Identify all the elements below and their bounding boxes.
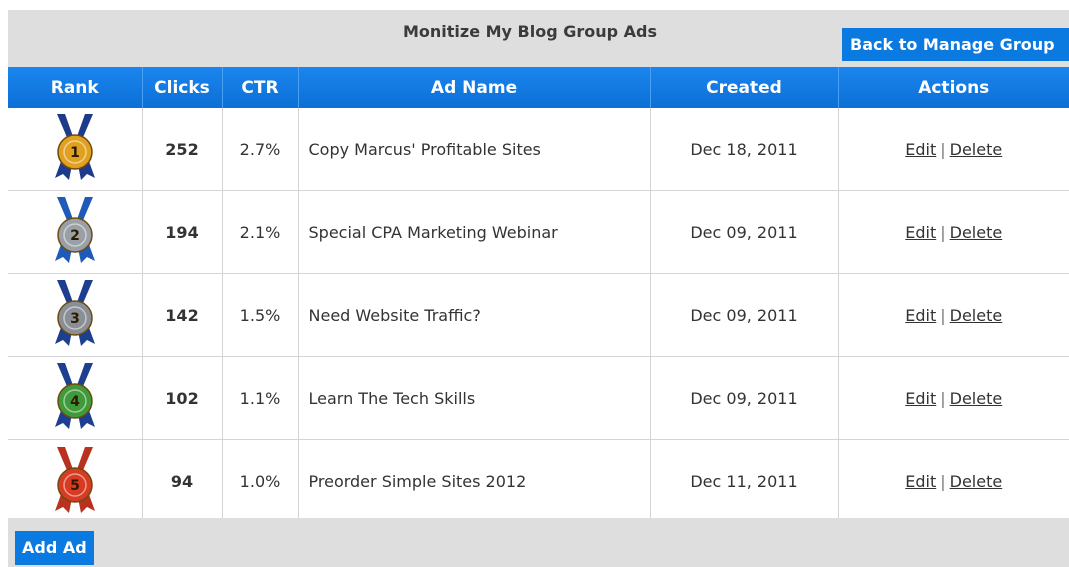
- back-to-manage-group-button[interactable]: Back to Manage Group: [842, 28, 1069, 61]
- clicks-cell: 94: [142, 439, 223, 523]
- table-header-row: Rank Clicks CTR Ad Name Created Actions: [8, 67, 1069, 108]
- table-row: 3 142 1.5% Need Website Traffic? Dec 09,…: [8, 273, 1069, 357]
- column-header-ctr[interactable]: CTR: [222, 67, 299, 108]
- ctr-cell: 1.1%: [222, 356, 299, 440]
- ads-table: Rank Clicks CTR Ad Name Created Actions …: [8, 67, 1069, 523]
- action-separator: |: [940, 388, 946, 408]
- svg-text:4: 4: [70, 394, 80, 410]
- action-separator: |: [940, 472, 946, 491]
- actions-cell: Edit | Delete: [838, 440, 1069, 524]
- rank-cell: 1: [8, 108, 143, 191]
- created-cell: Dec 09, 2011: [650, 273, 839, 357]
- edit-link[interactable]: Edit: [905, 140, 936, 159]
- svg-text:3: 3: [70, 311, 80, 327]
- action-separator: |: [940, 305, 946, 325]
- ads-panel: Monitize My Blog Group Ads Back to Manag…: [0, 0, 1069, 567]
- delete-link[interactable]: Delete: [950, 306, 1003, 325]
- table-row: 4 102 1.1% Learn The Tech Skills Dec 09,…: [8, 356, 1069, 440]
- table-row: 5 94 1.0% Preorder Simple Sites 2012 Dec…: [8, 439, 1069, 524]
- svg-text:2: 2: [70, 228, 80, 244]
- action-separator: |: [940, 139, 946, 159]
- svg-text:5: 5: [70, 478, 80, 494]
- page-title: Monitize My Blog Group Ads: [402, 22, 658, 41]
- ad-name-cell: Special CPA Marketing Webinar: [298, 190, 651, 274]
- actions-cell: Edit | Delete: [838, 190, 1069, 274]
- edit-link[interactable]: Edit: [905, 389, 936, 408]
- delete-link[interactable]: Delete: [950, 389, 1003, 408]
- ctr-cell: 2.1%: [222, 190, 299, 274]
- ctr-cell: 2.7%: [222, 108, 299, 191]
- delete-link[interactable]: Delete: [950, 140, 1003, 159]
- column-header-ad-name[interactable]: Ad Name: [298, 67, 651, 108]
- created-cell: Dec 09, 2011: [650, 190, 839, 274]
- ad-name-cell: Copy Marcus' Profitable Sites: [298, 108, 651, 191]
- rank-cell: 5: [8, 439, 143, 523]
- ctr-cell: 1.0%: [222, 439, 299, 523]
- rank-cell: 2: [8, 190, 143, 274]
- actions-cell: Edit | Delete: [838, 356, 1069, 440]
- table-row: 1 252 2.7% Copy Marcus' Profitable Sites…: [8, 108, 1069, 191]
- column-header-actions: Actions: [838, 67, 1069, 108]
- clicks-cell: 194: [142, 190, 223, 274]
- rank-medal-icon: 3: [54, 280, 95, 346]
- rank-cell: 3: [8, 273, 143, 357]
- table-row: 2 194 2.1% Special CPA Marketing Webinar…: [8, 190, 1069, 274]
- column-header-created[interactable]: Created: [650, 67, 839, 108]
- clicks-cell: 252: [142, 108, 223, 191]
- rank-medal-icon: 4: [54, 363, 95, 429]
- created-cell: Dec 18, 2011: [650, 108, 839, 191]
- rank-medal-icon: 1: [54, 114, 95, 180]
- add-ad-button[interactable]: Add Ad: [15, 531, 94, 565]
- actions-cell: Edit | Delete: [838, 273, 1069, 357]
- panel-footer: [8, 518, 1069, 567]
- column-header-clicks[interactable]: Clicks: [142, 67, 223, 108]
- ad-name-cell: Need Website Traffic?: [298, 273, 651, 357]
- created-cell: Dec 09, 2011: [650, 356, 839, 440]
- clicks-cell: 102: [142, 356, 223, 440]
- edit-link[interactable]: Edit: [905, 472, 936, 491]
- ctr-cell: 1.5%: [222, 273, 299, 357]
- svg-text:1: 1: [70, 145, 80, 161]
- delete-link[interactable]: Delete: [950, 472, 1003, 491]
- clicks-cell: 142: [142, 273, 223, 357]
- delete-link[interactable]: Delete: [950, 223, 1003, 242]
- rank-medal-icon: 2: [54, 197, 95, 263]
- rank-cell: 4: [8, 356, 143, 440]
- action-separator: |: [940, 222, 946, 242]
- ad-name-cell: Preorder Simple Sites 2012: [298, 439, 651, 523]
- rank-medal-icon: 5: [54, 446, 95, 513]
- edit-link[interactable]: Edit: [905, 306, 936, 325]
- ad-name-cell: Learn The Tech Skills: [298, 356, 651, 440]
- actions-cell: Edit | Delete: [838, 108, 1069, 191]
- created-cell: Dec 11, 2011: [650, 439, 839, 523]
- edit-link[interactable]: Edit: [905, 223, 936, 242]
- column-header-rank[interactable]: Rank: [8, 67, 143, 108]
